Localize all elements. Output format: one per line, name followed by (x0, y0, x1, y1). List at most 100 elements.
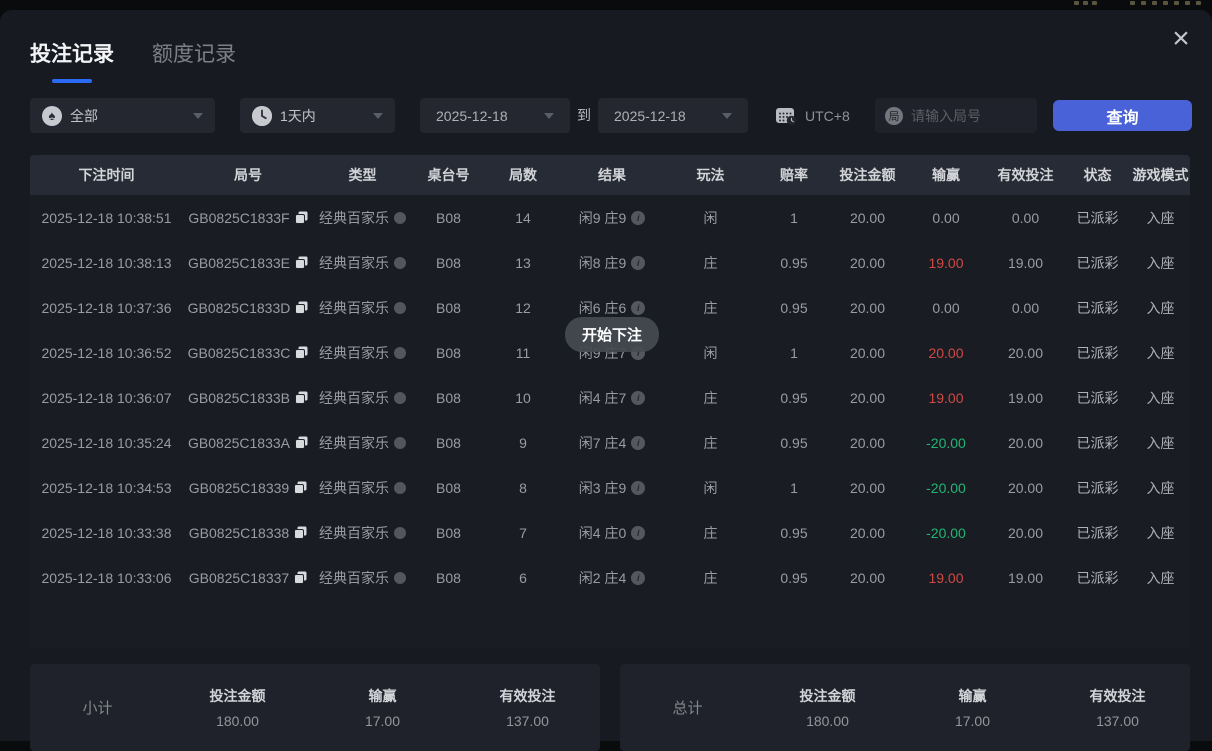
info-icon[interactable]: i (631, 390, 646, 405)
copy-icon[interactable] (294, 211, 308, 224)
info-icon[interactable]: i (631, 435, 646, 450)
cell-valid-bet: 20.00 (1007, 344, 1044, 361)
cell-game-mode: 入座 (1146, 434, 1175, 451)
date-to-value: 2025-12-18 (614, 107, 686, 124)
chevron-down-icon (193, 112, 203, 119)
copy-icon[interactable] (294, 256, 308, 269)
header-game-type: 类型 (348, 167, 377, 183)
time-range-dropdown[interactable]: 1天内 (240, 98, 395, 133)
cell-status: 已派彩 (1076, 479, 1119, 496)
info-icon[interactable]: i (631, 300, 646, 315)
cell-status: 已派彩 (1076, 209, 1119, 226)
copy-icon[interactable] (294, 391, 308, 404)
cell-bet-amount: 20.00 (849, 479, 886, 496)
cell-valid-bet: 20.00 (1007, 479, 1044, 496)
cell-bet-amount: 20.00 (849, 434, 886, 451)
cell-result: 闲9 庄9 i (561, 195, 663, 240)
cell-win-loss: -20.00 (926, 524, 966, 541)
tab-betting-records[interactable]: 投注记录 (30, 38, 114, 83)
cell-odds: 0.95 (780, 254, 808, 271)
cell-round-id: GB0825C1833C (183, 330, 313, 375)
cell-table-no: B08 (436, 254, 461, 271)
tab-quota-records[interactable]: 额度记录 (152, 38, 236, 83)
chevron-down-icon (722, 112, 732, 119)
start-betting-toast: 开始下注 (564, 317, 660, 352)
table-body: 2025-12-18 10:38:51 GB0825C1833F 经典百家乐 B… (30, 195, 1190, 600)
game-type-text: 经典百家乐 (319, 389, 389, 406)
cell-game-mode: 入座 (1146, 209, 1175, 226)
info-icon[interactable]: i (631, 480, 646, 495)
cell-round-count: 12 (515, 299, 531, 316)
cell-table-no: B08 (436, 299, 461, 316)
tab-bar: 投注记录 额度记录 (30, 38, 236, 83)
summary-column-label: 投注金额 (209, 688, 266, 704)
copy-icon[interactable] (295, 346, 308, 359)
cell-play: 闲 (703, 479, 718, 496)
cell-odds: 0.95 (780, 389, 808, 406)
round-id-input[interactable] (911, 107, 1027, 124)
round-id-input-box[interactable]: 局 (875, 98, 1037, 133)
cell-round-count: 9 (519, 434, 527, 451)
cell-status: 已派彩 (1076, 569, 1119, 586)
cell-game-type: 经典百家乐 (313, 195, 412, 240)
summary-column-value: 180.00 (806, 713, 849, 729)
copy-icon[interactable] (295, 301, 308, 314)
copy-icon[interactable] (294, 571, 307, 584)
copy-icon[interactable] (294, 481, 307, 494)
copy-icon[interactable] (294, 526, 307, 539)
info-icon[interactable]: i (631, 525, 646, 540)
game-type-text: 经典百家乐 (319, 209, 389, 226)
cell-game-mode: 入座 (1146, 569, 1175, 586)
game-type-icon (394, 346, 406, 359)
round-badge-icon: 局 (885, 106, 903, 125)
cell-play: 闲 (703, 209, 718, 226)
cell-round-count: 11 (515, 344, 531, 361)
cell-game-mode: 入座 (1146, 524, 1175, 541)
cell-table-no: B08 (436, 524, 461, 541)
cell-valid-bet: 19.00 (1007, 254, 1044, 271)
cell-bet-amount: 20.00 (849, 344, 886, 361)
cell-game-type: 经典百家乐 (313, 285, 412, 330)
summary-column-value: 180.00 (216, 713, 259, 729)
result-text: 闲4 庄7 (578, 389, 627, 406)
result-text: 闲6 庄6 (578, 299, 627, 316)
summary-column-value: 17.00 (364, 713, 401, 729)
cell-round-count: 10 (515, 389, 531, 406)
cell-table-no: B08 (436, 344, 461, 361)
result-text: 闲2 庄4 (578, 569, 627, 586)
table-row: 2025-12-18 10:38:13 GB0825C1833E 经典百家乐 B… (30, 240, 1190, 285)
cell-play: 庄 (703, 434, 718, 451)
round-id-text: GB0825C18339 (188, 479, 290, 496)
date-from-picker[interactable]: 2025-12-18 (420, 98, 570, 133)
cell-odds: 0.95 (780, 524, 808, 541)
timezone-indicator: UTC+8 (775, 98, 850, 133)
round-id-text: GB0825C1833F (188, 209, 290, 226)
info-icon[interactable]: i (631, 210, 646, 225)
game-type-dropdown[interactable]: ♠ 全部 (30, 98, 215, 133)
summary-total: 总计 投注金额 180.00 输赢 17.00 有效投注 137.00 (620, 664, 1190, 751)
header-play: 玩法 (696, 167, 725, 183)
result-text: 闲4 庄0 (578, 524, 627, 541)
game-type-text: 经典百家乐 (319, 254, 389, 271)
calendar-clock-icon (775, 106, 797, 126)
cell-bet-time: 2025-12-18 10:38:51 (41, 209, 172, 226)
cell-valid-bet: 0.00 (1011, 299, 1040, 316)
summary-subtotal: 小计 投注金额 180.00 输赢 17.00 有效投注 137.00 (30, 664, 600, 751)
spade-icon: ♠ (42, 105, 62, 126)
header-round-count: 局数 (509, 167, 537, 183)
result-text: 闲8 庄9 (578, 254, 627, 271)
cell-valid-bet: 19.00 (1007, 389, 1044, 406)
table-row: 2025-12-18 10:33:06 GB0825C18337 经典百家乐 B… (30, 555, 1190, 600)
info-icon[interactable]: i (631, 255, 646, 270)
total-valid-bet: 有效投注 137.00 (1045, 686, 1190, 729)
copy-icon[interactable] (294, 436, 308, 449)
info-icon[interactable]: i (631, 570, 646, 585)
game-type-text: 经典百家乐 (319, 479, 389, 496)
cell-win-loss: 20.00 (928, 344, 964, 361)
close-icon[interactable]: × (1166, 24, 1196, 54)
result-text: 闲7 庄4 (578, 434, 627, 451)
cell-win-loss: 19.00 (928, 569, 964, 586)
date-to-picker[interactable]: 2025-12-18 (598, 98, 748, 133)
cell-game-mode: 入座 (1146, 344, 1175, 361)
query-button[interactable]: 查询 (1053, 100, 1192, 131)
